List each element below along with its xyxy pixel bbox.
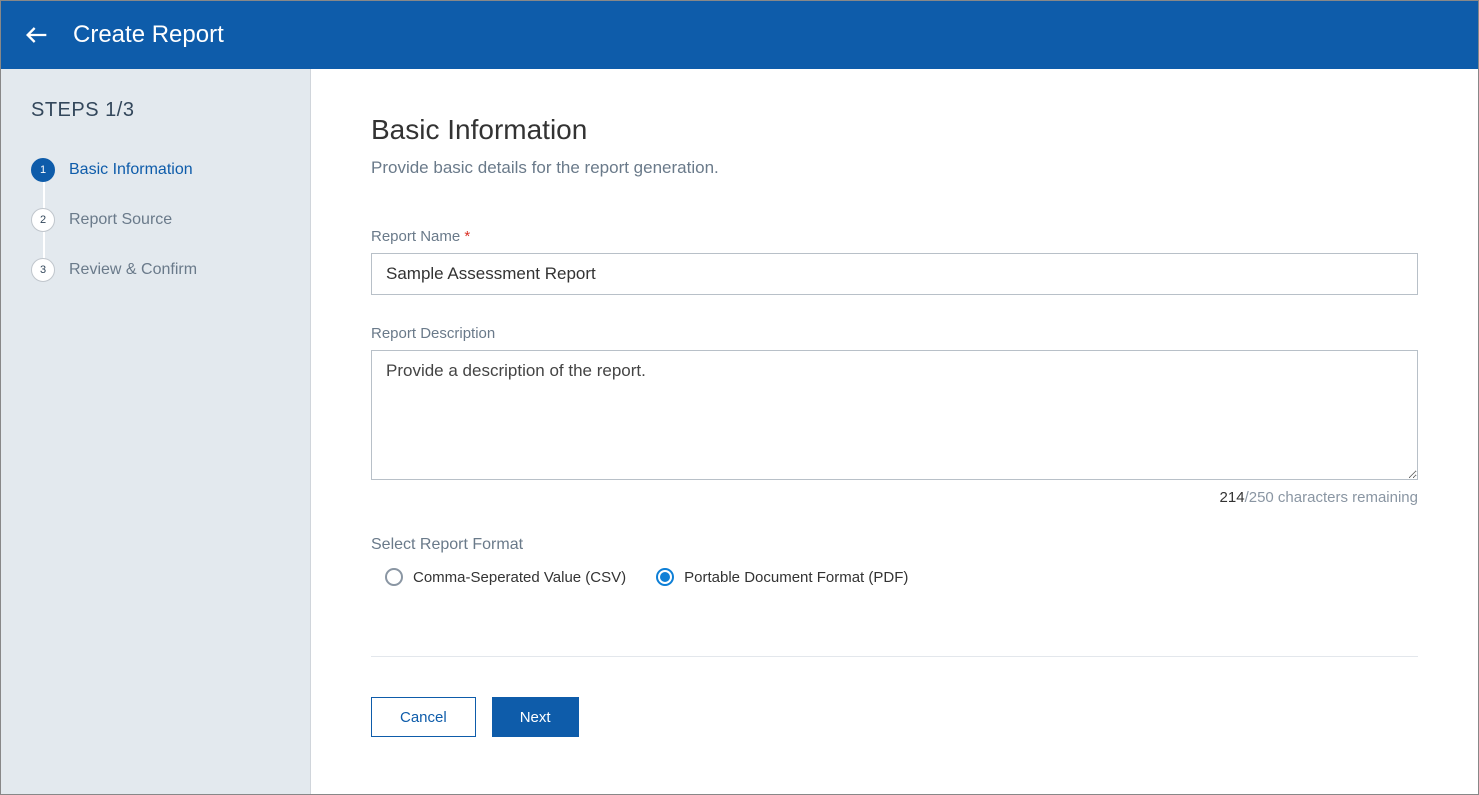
radio-icon bbox=[656, 568, 674, 586]
page-title: Create Report bbox=[73, 21, 224, 49]
wizard-sidebar: STEPS 1/3 1 Basic Information 2 Report S… bbox=[1, 69, 311, 794]
report-name-field: Report Name * bbox=[371, 228, 1418, 295]
step-report-source[interactable]: 2 Report Source bbox=[31, 208, 280, 232]
format-option-csv[interactable]: Comma-Seperated Value (CSV) bbox=[385, 568, 626, 586]
steps-heading: STEPS 1/3 bbox=[31, 99, 280, 122]
step-basic-information[interactable]: 1 Basic Information bbox=[31, 158, 280, 182]
step-label: Report Source bbox=[69, 211, 172, 229]
divider bbox=[371, 656, 1418, 657]
step-label: Basic Information bbox=[69, 161, 193, 179]
button-row: Cancel Next bbox=[371, 697, 1418, 737]
report-name-input[interactable] bbox=[371, 253, 1418, 295]
cancel-button[interactable]: Cancel bbox=[371, 697, 476, 737]
required-asterisk: * bbox=[464, 228, 470, 245]
step-number-badge: 3 bbox=[31, 258, 55, 282]
step-review-confirm[interactable]: 3 Review & Confirm bbox=[31, 258, 280, 282]
app-header: Create Report bbox=[1, 1, 1478, 69]
radio-label: Portable Document Format (PDF) bbox=[684, 569, 908, 586]
step-number-badge: 2 bbox=[31, 208, 55, 232]
character-counter: 214/250 characters remaining bbox=[371, 489, 1418, 506]
section-subtitle: Provide basic details for the report gen… bbox=[371, 158, 1418, 178]
main-content: Basic Information Provide basic details … bbox=[311, 69, 1478, 794]
report-format-label: Select Report Format bbox=[371, 536, 1418, 554]
report-description-label: Report Description bbox=[371, 325, 1418, 342]
format-option-pdf[interactable]: Portable Document Format (PDF) bbox=[656, 568, 908, 586]
back-arrow-icon[interactable] bbox=[21, 19, 53, 51]
report-format-section: Select Report Format Comma-Seperated Val… bbox=[371, 536, 1418, 586]
report-description-textarea[interactable] bbox=[371, 350, 1418, 480]
step-label: Review & Confirm bbox=[69, 261, 197, 279]
section-title: Basic Information bbox=[371, 114, 1418, 146]
radio-icon bbox=[385, 568, 403, 586]
step-number-badge: 1 bbox=[31, 158, 55, 182]
report-name-label: Report Name * bbox=[371, 228, 1418, 245]
radio-label: Comma-Seperated Value (CSV) bbox=[413, 569, 626, 586]
report-description-field: Report Description 214/250 characters re… bbox=[371, 325, 1418, 506]
next-button[interactable]: Next bbox=[492, 697, 579, 737]
